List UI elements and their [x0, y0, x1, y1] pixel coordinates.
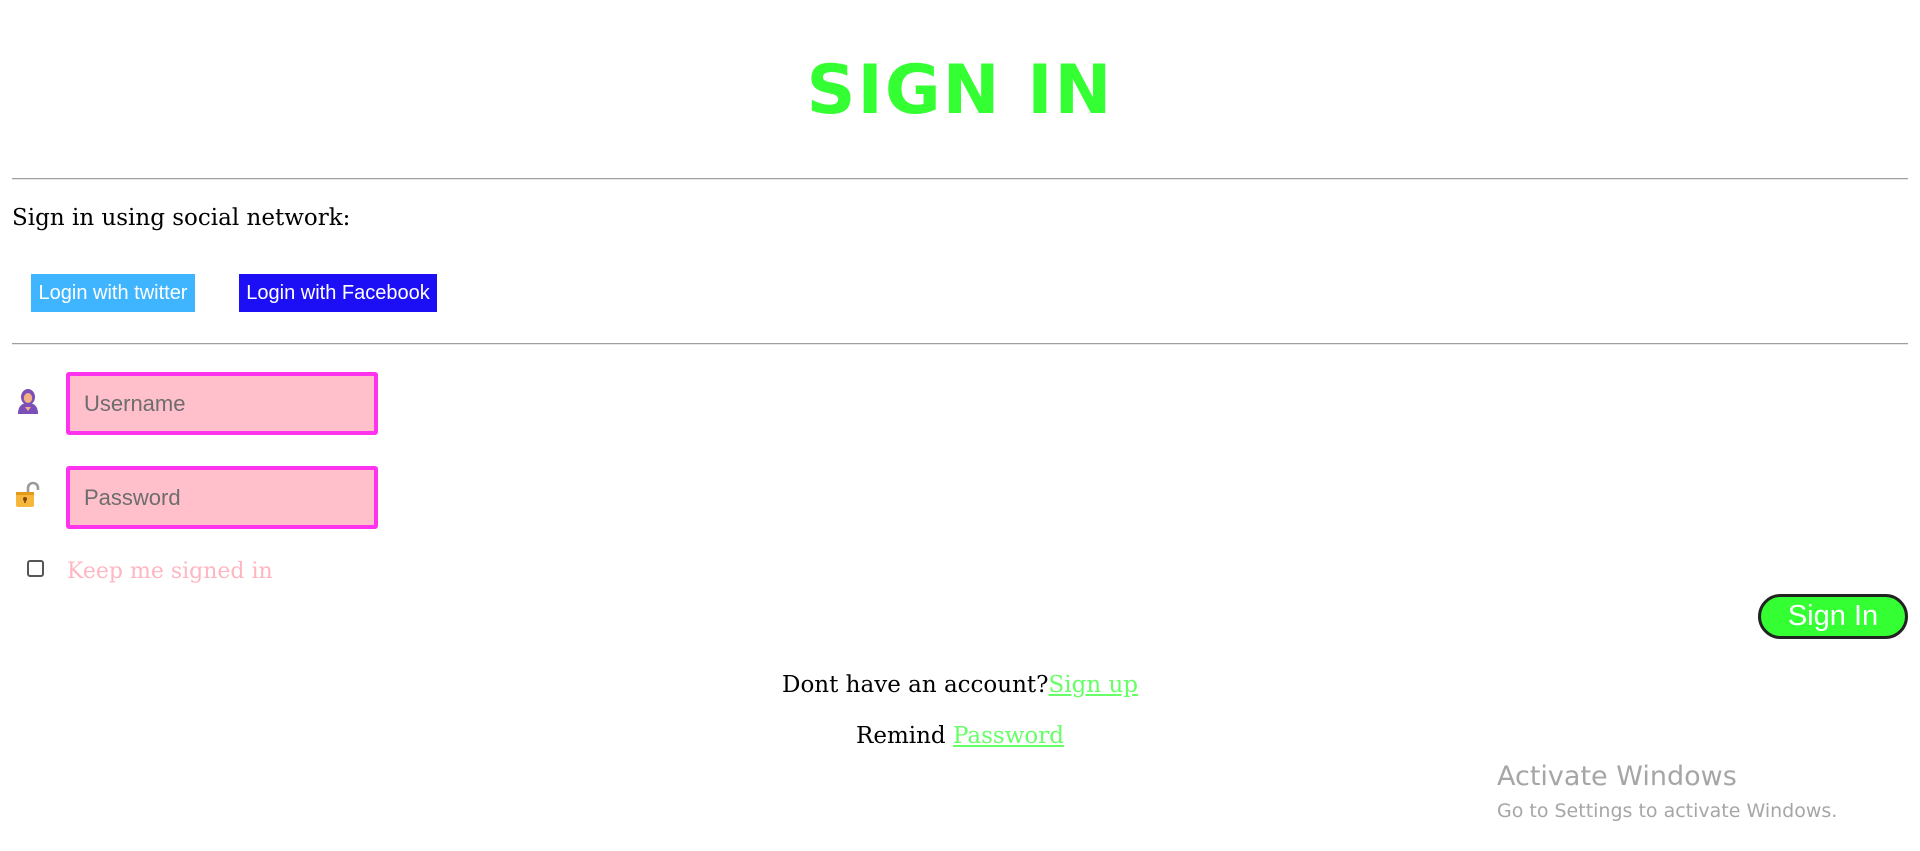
password-input[interactable] [66, 466, 378, 529]
login-facebook-button[interactable]: Login with Facebook [239, 274, 437, 312]
user-icon [14, 387, 42, 415]
social-caption: Sign in using social network: [12, 205, 351, 231]
form-divider [12, 343, 1908, 345]
remind-password-link[interactable]: Password [953, 723, 1064, 749]
activate-windows-title: Activate Windows [1497, 761, 1737, 792]
page-title: SIGN IN [806, 51, 1114, 130]
login-twitter-button[interactable]: Login with twitter [31, 274, 195, 312]
keep-signed-in-checkbox[interactable] [27, 560, 44, 577]
remind-prompt: Remind [856, 723, 953, 749]
lock-icon [14, 481, 42, 509]
sign-in-button[interactable]: Sign In [1758, 594, 1908, 639]
signup-prompt: Dont have an account? [782, 672, 1049, 698]
sign-up-link[interactable]: Sign up [1048, 672, 1138, 698]
keep-signed-in-label: Keep me signed in [67, 559, 273, 584]
top-divider [12, 178, 1908, 180]
remind-line: Remind Password [0, 722, 1920, 750]
signup-line: Dont have an account?Sign up [0, 671, 1920, 699]
activate-windows-subtitle: Go to Settings to activate Windows. [1497, 800, 1838, 822]
page: SIGN IN Sign in using social network: Lo… [0, 0, 1920, 851]
username-input[interactable] [66, 372, 378, 435]
